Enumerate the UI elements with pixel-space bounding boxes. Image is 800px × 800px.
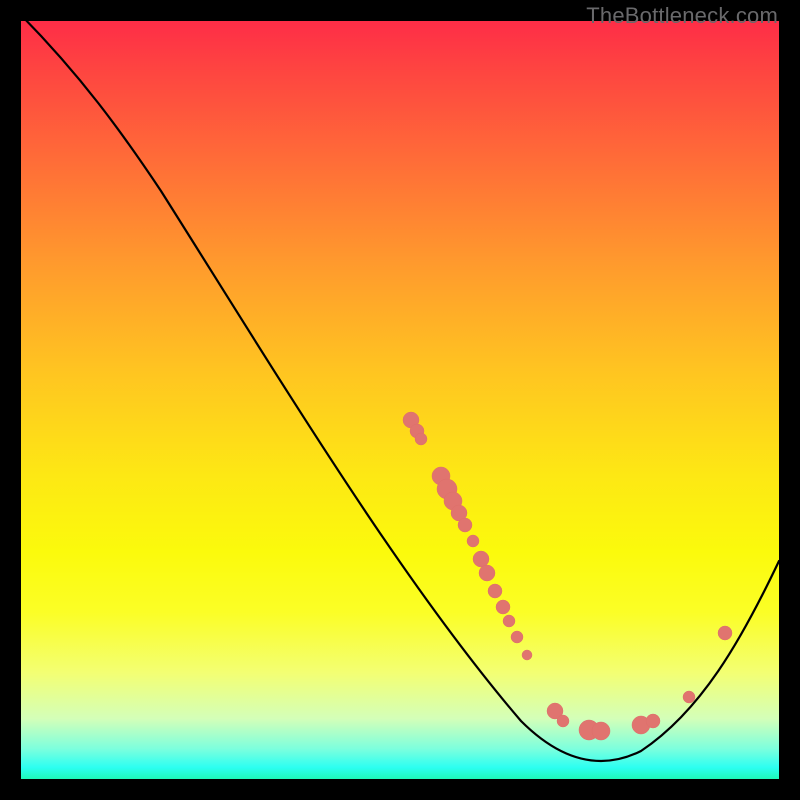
data-dot (557, 715, 569, 727)
data-dot (511, 631, 523, 643)
data-dot (592, 722, 610, 740)
data-dots (403, 412, 732, 740)
data-dot (503, 615, 515, 627)
chart-svg (21, 21, 779, 779)
data-dot (683, 691, 695, 703)
data-dot (718, 626, 732, 640)
data-dot (522, 650, 532, 660)
data-dot (473, 551, 489, 567)
chart-area (21, 21, 779, 779)
data-dot (479, 565, 495, 581)
data-dot (415, 433, 427, 445)
data-dot (458, 518, 472, 532)
bottleneck-curve (21, 15, 779, 761)
data-dot (496, 600, 510, 614)
watermark-text: TheBottleneck.com (586, 3, 778, 29)
data-dot (646, 714, 660, 728)
data-dot (488, 584, 502, 598)
data-dot (467, 535, 479, 547)
